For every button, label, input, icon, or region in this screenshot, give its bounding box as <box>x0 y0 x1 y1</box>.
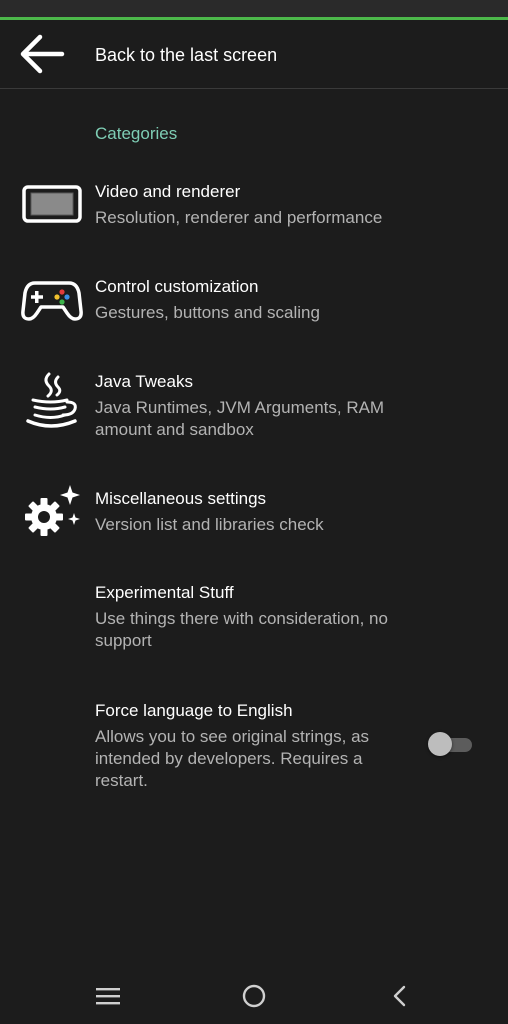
recents-button[interactable] <box>88 980 128 1012</box>
category-header: Categories <box>95 124 178 143</box>
switch-thumb <box>428 732 452 756</box>
pref-experimental[interactable]: Experimental Stuff Use things there with… <box>0 582 508 658</box>
settings-screen: Back to the last screen Categories Video… <box>0 0 508 1024</box>
home-button[interactable] <box>234 980 274 1012</box>
pref-title: Experimental Stuff <box>95 583 234 602</box>
pref-video-renderer[interactable]: Video and renderer Resolution, renderer … <box>0 181 508 241</box>
nav-back-button[interactable] <box>380 980 420 1012</box>
pref-summary: Gestures, buttons and scaling <box>95 303 320 322</box>
pref-title: Video and renderer <box>95 182 241 201</box>
force-english-switch[interactable] <box>428 730 474 758</box>
pref-control-customization[interactable]: Control customization Gestures, buttons … <box>0 276 508 336</box>
pref-summary: Version list and libraries check <box>95 515 324 534</box>
status-bar <box>0 0 508 17</box>
gear-sparkle-icon <box>20 482 84 542</box>
gamepad-icon <box>20 276 84 324</box>
app-bar: Back to the last screen <box>0 20 508 88</box>
pref-title: Force language to English <box>95 701 293 720</box>
system-nav-bar <box>0 966 508 1024</box>
pref-summary: Java Runtimes, JVM Arguments, RAM amount… <box>95 398 385 439</box>
pref-miscellaneous[interactable]: Miscellaneous settings Version list and … <box>0 485 508 548</box>
pref-summary: Allows you to see original strings, as i… <box>95 727 370 790</box>
java-cup-icon <box>20 371 84 433</box>
pref-summary: Resolution, renderer and performance <box>95 208 383 227</box>
menu-lines-icon <box>96 988 120 1005</box>
app-bar-title[interactable]: Back to the last screen <box>95 44 277 66</box>
pref-java-tweaks[interactable]: Java Tweaks Java Runtimes, JVM Arguments… <box>0 371 508 447</box>
pref-force-english[interactable]: Force language to English Allows you to … <box>0 700 508 796</box>
arrow-back-icon <box>20 34 65 74</box>
display-icon <box>20 181 84 227</box>
pref-title: Java Tweaks <box>95 372 193 391</box>
chevron-left-icon <box>393 985 406 1007</box>
back-button[interactable] <box>14 28 70 80</box>
pref-title: Miscellaneous settings <box>95 489 267 508</box>
home-circle-icon <box>242 984 266 1008</box>
app-bar-divider <box>0 88 508 89</box>
pref-title: Control customization <box>95 277 259 296</box>
pref-summary: Use things there with consideration, no … <box>95 609 388 650</box>
